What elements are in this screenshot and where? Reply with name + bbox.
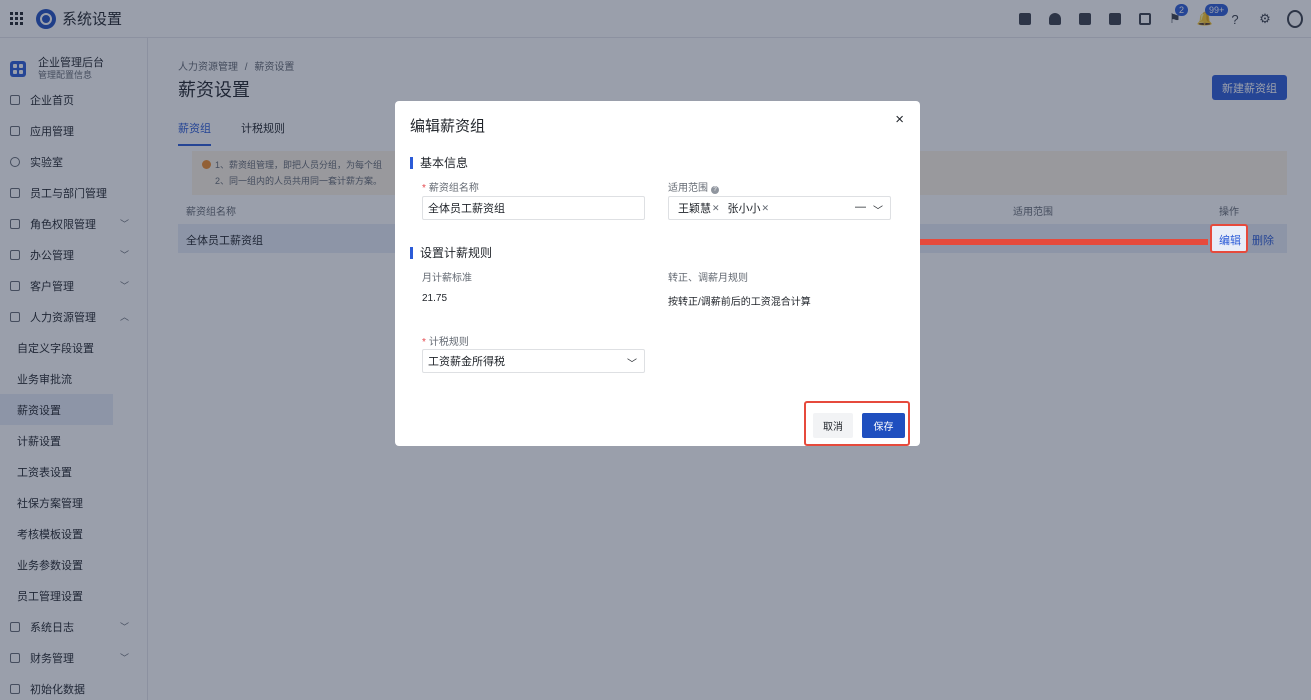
highlight-edit: 编辑 — [1210, 224, 1248, 253]
monthly-value: 21.75 — [422, 293, 448, 304]
scope-label: 适用范围? — [668, 179, 719, 194]
group-name-input[interactable]: 全体员工薪资组 — [422, 196, 645, 220]
tax-rule-select[interactable]: 工资薪金所得税 ﹀ — [422, 349, 645, 373]
monthly-label: 月计薪标准 — [422, 273, 472, 284]
save-button[interactable]: 保存 — [862, 413, 905, 438]
edit-salary-group-dialog: 编辑薪资组 × 基本信息 * 薪资组名称 全体员工薪资组 适用范围? 王颖慧 ✕ 张… — [395, 101, 920, 446]
adjust-label: 转正、调薪月规则 — [668, 273, 748, 284]
scope-tag: 王颖慧 ✕ — [678, 202, 720, 216]
tax-label: * 计税规则 — [422, 337, 469, 348]
section-rules: 设置计薪规则 — [410, 247, 492, 259]
chevron-down-icon: ﹀ — [627, 359, 637, 370]
chevron-down-icon[interactable]: ﹀ — [873, 202, 883, 217]
help-icon[interactable]: ? — [711, 186, 719, 194]
scope-select[interactable]: 王颖慧 ✕ 张小小 ✕ — ﹀ — [668, 196, 891, 220]
minus-icon[interactable]: — — [855, 201, 866, 213]
remove-tag-icon[interactable]: ✕ — [712, 203, 720, 214]
scope-tag: 张小小 ✕ — [727, 202, 770, 216]
adjust-value: 按转正/调薪前后的工资混合计算 — [668, 297, 811, 308]
section-basic: 基本信息 — [410, 157, 468, 169]
edit-link-highlighted[interactable]: 编辑 — [1219, 232, 1241, 248]
dialog-title: 编辑薪资组 — [410, 118, 486, 135]
close-icon[interactable]: × — [895, 111, 904, 128]
cancel-button[interactable]: 取消 — [813, 413, 853, 438]
remove-tag-icon[interactable]: ✕ — [762, 203, 770, 214]
group-name-label: * 薪资组名称 — [422, 183, 479, 194]
